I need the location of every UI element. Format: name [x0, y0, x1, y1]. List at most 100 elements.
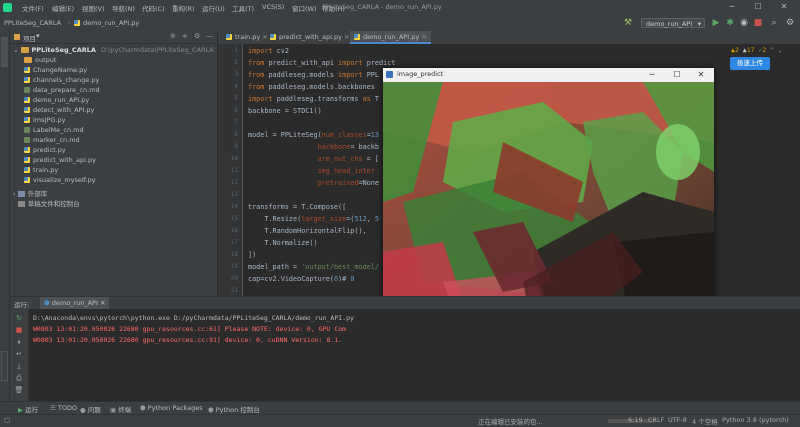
menu-item-8[interactable]: VCS(S) [262, 3, 284, 11]
collapse-all-icon[interactable]: ≑ [182, 32, 188, 40]
tree-item-10[interactable]: predict_with_api.py [24, 155, 96, 165]
bottom-tab-5[interactable]: ⬢ Python 控制台 [208, 404, 260, 414]
soft-wrap-icon[interactable]: ↵ [14, 349, 24, 359]
status-toggle-icon[interactable]: ▢ [4, 416, 10, 424]
image-window-minimize-button[interactable]: ─ [645, 69, 659, 81]
menu-item-9[interactable]: 窗口(W) [292, 3, 317, 13]
chevron-down-icon[interactable]: ▾ [36, 32, 40, 40]
pause-icon[interactable]: ⏸ [14, 337, 24, 347]
bottom-tab-4[interactable]: ⬢ Python Packages [140, 404, 203, 412]
code-line[interactable]: import paddleseg.transforms as T [248, 93, 379, 105]
code-line[interactable]: T.Normalize() [248, 237, 317, 249]
bottom-tab-3[interactable]: ▣ 终端 [110, 404, 131, 414]
close-button[interactable]: ✕ [774, 2, 794, 13]
code-line[interactable]: from predict_with_api import predict [248, 57, 395, 69]
menu-item-7[interactable]: 工具(T) [232, 3, 254, 13]
settings-icon[interactable]: ⚙ [784, 17, 796, 29]
image-window-maximize-button[interactable]: ☐ [670, 69, 684, 81]
code-line[interactable]: seg_head_inter [248, 165, 375, 177]
tree-item-7[interactable]: LabelMe_cn.md [24, 125, 84, 135]
tree-item-4[interactable]: demo_run_API.py [24, 95, 89, 105]
run-tab[interactable]: ⬢ demo_run_API ✕ [40, 297, 110, 309]
rerun-icon[interactable]: ↻ [14, 313, 24, 323]
hammer-icon[interactable]: ⚒ [622, 17, 634, 29]
run-config-select[interactable]: demo_run_API ▾ [641, 18, 705, 28]
tree-item-11[interactable]: train.py [24, 165, 58, 175]
structure-tool-button[interactable] [1, 351, 8, 381]
locate-icon[interactable]: ⊕ [170, 32, 176, 40]
minimize-button[interactable]: ─ [722, 2, 742, 13]
coverage-icon[interactable]: ◉ [738, 17, 750, 29]
menu-item-2[interactable]: 视图(V) [82, 3, 105, 13]
breadcrumb-file[interactable]: demo_run_API.py [74, 19, 139, 27]
code-line[interactable]: model_path = 'output/best_model/ [248, 261, 379, 273]
inspection-widget[interactable]: ▲2 ▲17 ✓2 ⌃ ⌄ [731, 46, 782, 54]
tree-item-1[interactable]: ChangeName.py [24, 65, 87, 75]
gear-icon[interactable]: ⚙ [194, 32, 200, 40]
stop-icon[interactable]: ■ [752, 17, 764, 29]
image-predict-window[interactable]: image_predict ─ ☐ ✕ [383, 68, 714, 332]
menu-item-0[interactable]: 文件(F) [22, 3, 44, 13]
image-window-close-button[interactable]: ✕ [694, 69, 708, 81]
breadcrumb-project[interactable]: PPLiteSeg_CARLA [4, 19, 61, 27]
chevron-down-icon: ▾ [697, 20, 701, 28]
code-line[interactable]: from paddleseg.models.backbones [248, 81, 375, 93]
debug-icon[interactable]: ✱ [724, 17, 736, 29]
scroll-to-end-icon[interactable]: ⤓ [14, 361, 24, 371]
editor-tab-2[interactable]: demo_run_API.py ✕ [350, 31, 431, 44]
close-tab-icon[interactable]: ✕ [419, 33, 426, 41]
code-line[interactable]: cap=cv2.VideoCapture(0)# 0 [248, 273, 354, 285]
indent-setting[interactable]: 4 个空格 [692, 416, 718, 426]
menu-item-5[interactable]: 重构(R) [172, 3, 195, 13]
code-line[interactable]: model = PPLiteSeg(num_classes=13 [248, 129, 379, 141]
code-line[interactable]: backbone= backb [248, 141, 379, 153]
tree-item-3[interactable]: data_prepare_cn.md [24, 85, 100, 95]
code-line[interactable]: T.Resize(target_size=(512, 5 [248, 213, 379, 225]
editor-tab-1[interactable]: predict_with_api.py ✕ [266, 31, 353, 44]
code-line[interactable]: from paddleseg.models import PPL [248, 69, 379, 81]
tree-scratches[interactable]: › 草稿文件和控制台 [13, 199, 80, 209]
editor-tab-0[interactable]: train.py ✕ [222, 31, 272, 44]
python-file-icon [354, 34, 360, 40]
tree-item-9[interactable]: predict.py [24, 145, 66, 155]
bottom-tab-2[interactable]: ● 问题 [80, 404, 101, 414]
run-console[interactable]: D:\Anaconda\envs\pytorch\python.exe D:/p… [29, 309, 800, 401]
tree-item-0[interactable]: output [24, 55, 56, 65]
line-separator[interactable]: CRLF [648, 416, 664, 424]
run-icon[interactable]: ▶ [710, 17, 722, 29]
project-panel-title[interactable]: 项目 [23, 33, 36, 43]
search-icon[interactable]: ⌕ [768, 17, 780, 29]
tree-item-2[interactable]: channels_change.py [24, 75, 99, 85]
tree-item-12[interactable]: visualize_myself.py [24, 175, 96, 185]
tree-item-5[interactable]: detect_with_API.py [24, 105, 94, 115]
menu-item-1[interactable]: 编辑(E) [52, 3, 74, 13]
caret-position[interactable]: 6:19 [628, 416, 643, 424]
tree-external-libs[interactable]: › 外部库 [13, 189, 47, 199]
code-line[interactable]: backbone = STDC1() [248, 105, 322, 117]
tree-item-8[interactable]: marker_cn.md [24, 135, 80, 145]
project-tool-button[interactable] [1, 37, 8, 67]
code-line[interactable]: arm_out_chs = [ [248, 153, 379, 165]
trash-icon[interactable]: 🗑 [14, 385, 24, 395]
code-line[interactable]: transforms = T.Compose([ [248, 201, 346, 213]
cloud-upload-button[interactable]: 极速上传 [730, 57, 770, 70]
code-line[interactable]: T.RandomHorizontalFlip(), [248, 225, 366, 237]
python-interpreter[interactable]: Python 3.8 (pytorch) [722, 416, 789, 424]
image-window-titlebar[interactable]: image_predict ─ ☐ ✕ [383, 68, 714, 83]
bottom-tab-1[interactable]: ☰ TODO [50, 404, 77, 412]
tree-item-6[interactable]: imsJPG.py [24, 115, 65, 125]
menu-item-4[interactable]: 代码(C) [142, 3, 165, 13]
bottom-tab-0[interactable]: ▶ 运行 [18, 404, 38, 414]
close-tab-icon[interactable]: ✕ [342, 33, 349, 41]
code-line[interactable]: pretrained=None [248, 177, 379, 189]
menu-item-6[interactable]: 运行(U) [202, 3, 225, 13]
code-line[interactable]: ]) [248, 249, 256, 261]
menu-item-3[interactable]: 导航(N) [112, 3, 135, 13]
code-line[interactable]: import cv2 [248, 45, 289, 57]
print-icon[interactable]: ⎙ [14, 373, 24, 383]
tree-root[interactable]: ⌄ PPLiteSeg_CARLA D:\pyCharmdata\PPLiteS… [13, 45, 214, 55]
file-encoding[interactable]: UTF-8 [668, 416, 687, 424]
hide-icon[interactable]: — [206, 32, 213, 40]
stop-icon[interactable]: ■ [14, 325, 24, 335]
maximize-button[interactable]: ☐ [748, 2, 768, 13]
